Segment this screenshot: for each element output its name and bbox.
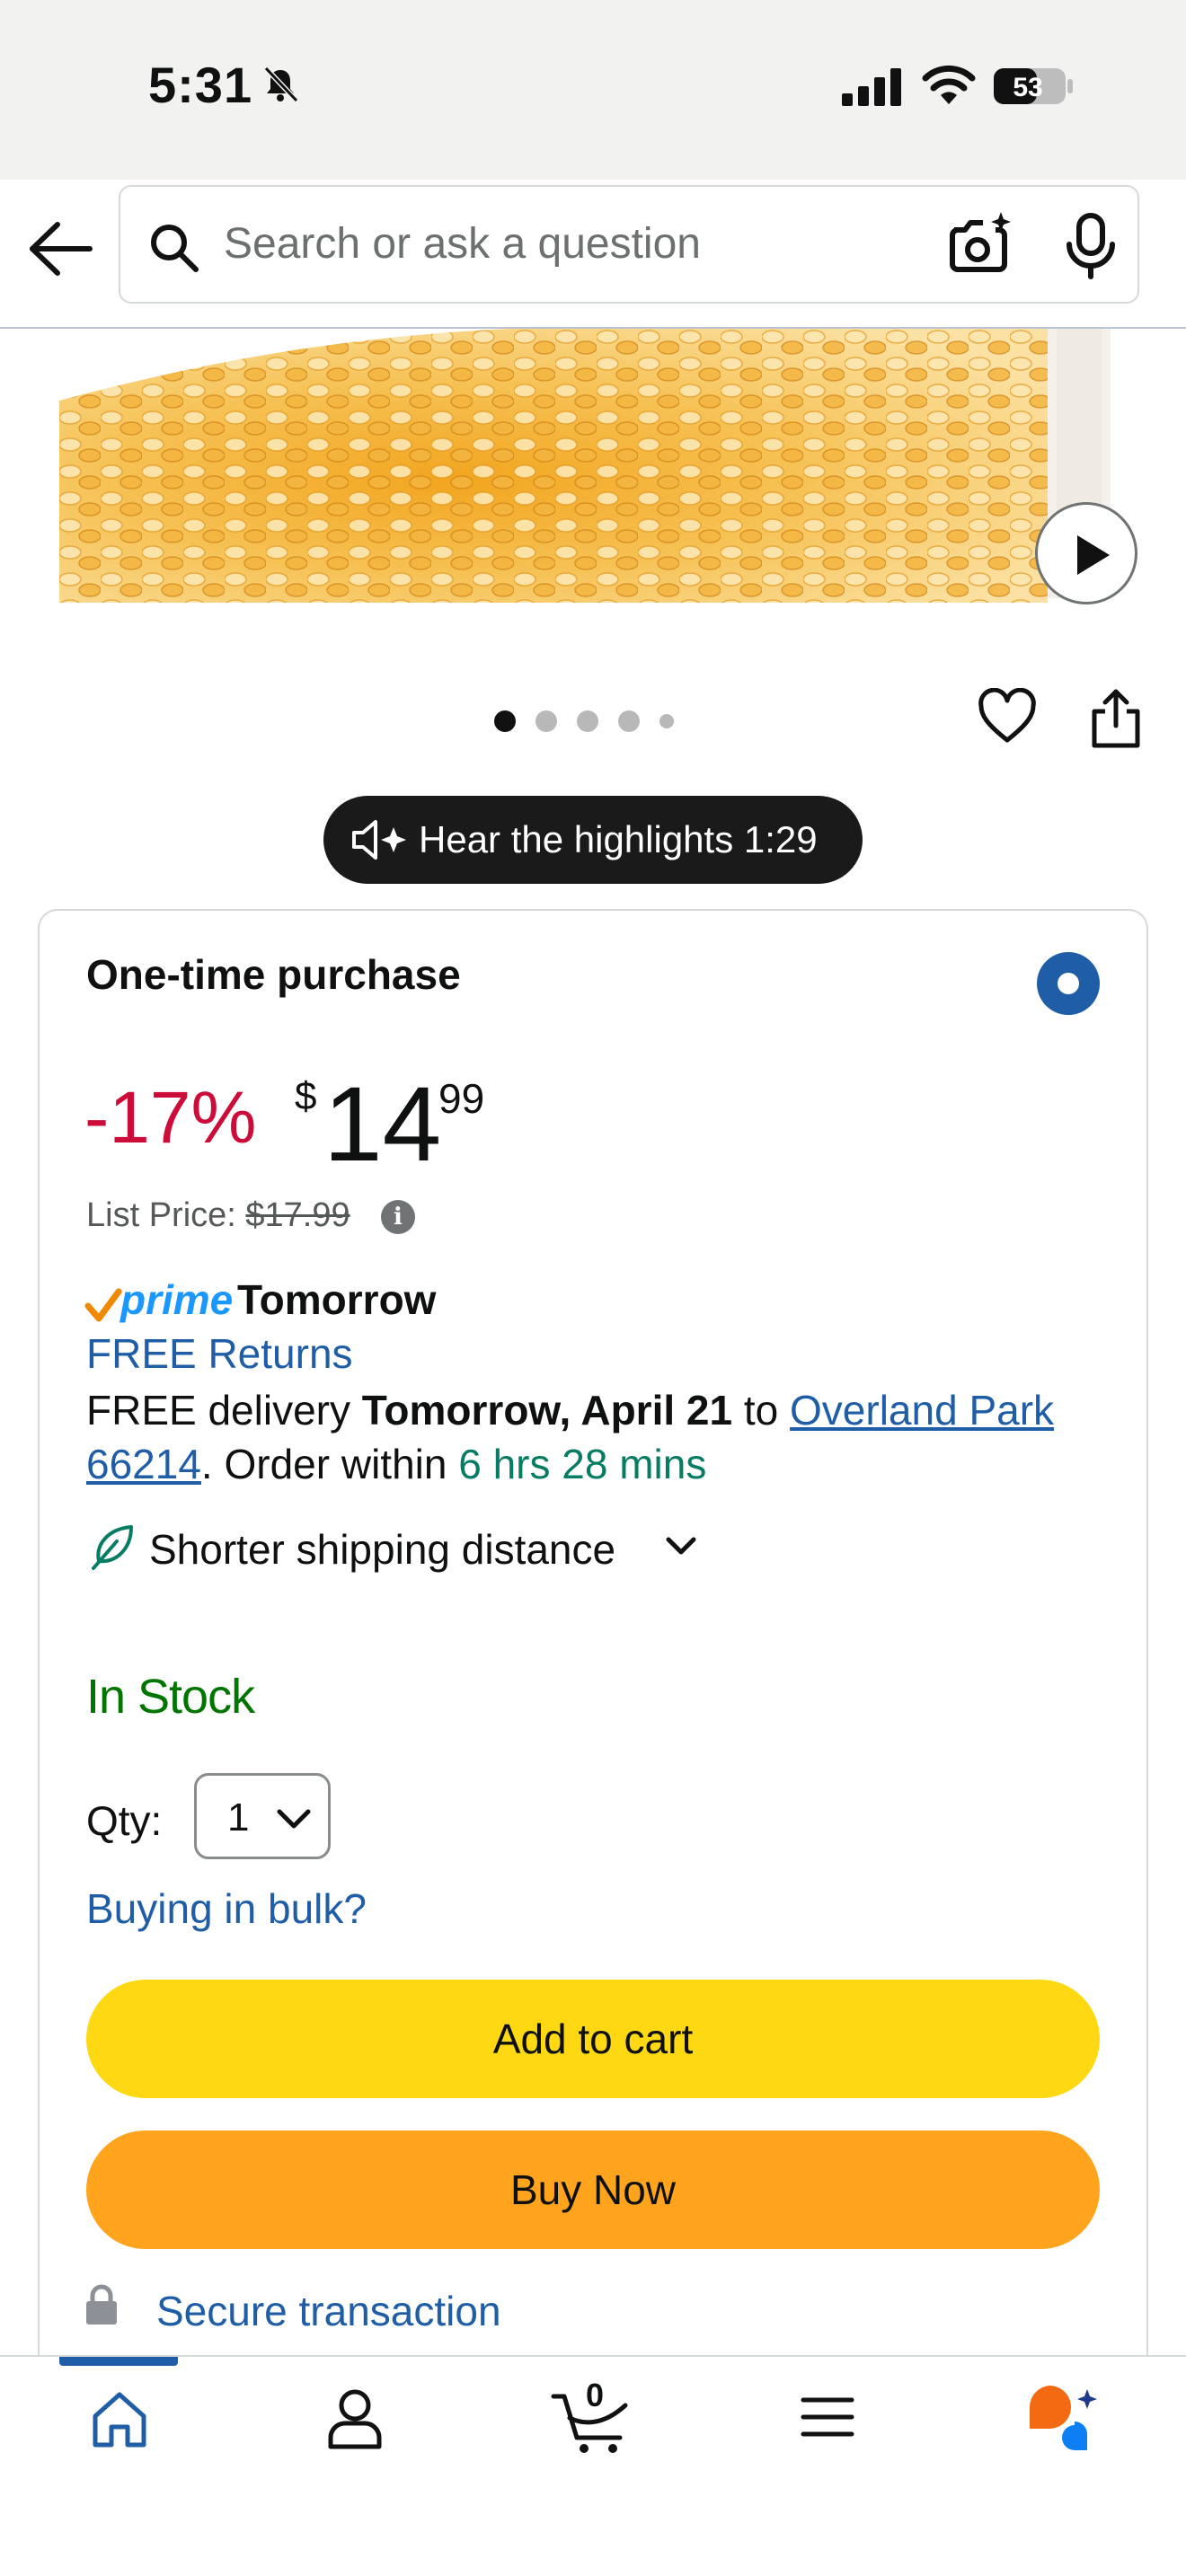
visual-search-camera-icon[interactable] xyxy=(945,210,1013,278)
heart-icon[interactable] xyxy=(978,688,1037,745)
cart-count: 0 xyxy=(586,2377,605,2413)
stock-status: In Stock xyxy=(86,1670,255,1724)
search-bar[interactable]: Search or ask a question xyxy=(119,185,1139,304)
one-time-purchase-radio[interactable] xyxy=(1037,952,1100,1015)
price-whole: 14 xyxy=(323,1065,442,1184)
search-icon xyxy=(151,225,199,272)
active-tab-indicator xyxy=(59,2357,178,2366)
pagination-dot[interactable] xyxy=(535,710,557,732)
lock-icon xyxy=(86,2284,117,2325)
image-pagination xyxy=(494,710,674,733)
list-price-value: $17.99 xyxy=(245,1196,350,1234)
share-icon[interactable] xyxy=(1089,688,1143,749)
battery-icon: 53 xyxy=(994,68,1073,104)
status-time: 5:31 xyxy=(148,57,253,113)
prime-check-icon xyxy=(84,1288,122,1322)
leaf-icon xyxy=(92,1525,133,1570)
list-price-label: List Price: xyxy=(86,1196,246,1234)
delivery-prefix: FREE delivery xyxy=(86,1387,362,1434)
purchase-option-title: One-time purchase xyxy=(86,951,461,998)
secure-transaction-link[interactable]: Secure transaction xyxy=(156,2287,501,2335)
add-to-cart-button[interactable]: Add to cart xyxy=(86,1980,1100,2098)
menu-icon[interactable] xyxy=(800,2393,855,2441)
delivery-countdown: 6 hrs 28 mins xyxy=(458,1441,707,1487)
chevron-down-icon xyxy=(277,1809,311,1829)
price-fraction: 99 xyxy=(438,1075,485,1122)
delivery-date: Tomorrow, April 21 xyxy=(361,1387,733,1434)
delivery-order-within: . Order within xyxy=(200,1441,459,1487)
shorter-shipping-toggle[interactable]: Shorter shipping distance xyxy=(149,1525,615,1574)
list-price: List Price: $17.99 xyxy=(86,1196,350,1235)
quantity-label: Qty: xyxy=(86,1797,163,1844)
microphone-icon[interactable] xyxy=(1064,212,1118,280)
product-image[interactable] xyxy=(59,329,1111,603)
status-bar: 5:31 53 xyxy=(0,0,1186,180)
pagination-dot[interactable] xyxy=(577,710,598,732)
discount-percent: -17% xyxy=(84,1077,257,1159)
info-icon[interactable]: i xyxy=(381,1200,415,1234)
free-returns-link[interactable]: FREE Returns xyxy=(86,1329,353,1378)
chevron-down-icon[interactable] xyxy=(663,1531,699,1561)
pagination-dot[interactable] xyxy=(618,710,640,732)
cellular-signal-icon xyxy=(842,68,901,106)
prime-delivery-day: Tomorrow xyxy=(237,1276,437,1323)
wifi-icon xyxy=(922,65,976,104)
battery-level: 53 xyxy=(1013,73,1042,102)
play-icon xyxy=(1077,535,1110,575)
buying-in-bulk-link[interactable]: Buying in bulk? xyxy=(86,1884,367,1933)
search-input[interactable]: Search or ask a question xyxy=(224,219,701,269)
beeswax-pellets-image xyxy=(59,329,1111,603)
back-arrow-icon[interactable] xyxy=(25,217,93,280)
quantity-select[interactable]: 1 xyxy=(194,1773,331,1859)
rufus-assistant-icon[interactable] xyxy=(1024,2382,1102,2454)
prime-badge: prime xyxy=(120,1276,234,1323)
hear-highlights-button[interactable]: Hear the highlights 1:29 xyxy=(323,796,863,884)
delivery-message: FREE delivery Tomorrow, April 21 to Over… xyxy=(86,1383,1128,1491)
account-icon[interactable] xyxy=(325,2387,385,2450)
buy-now-button[interactable]: Buy Now xyxy=(86,2130,1100,2249)
delivery-to: to xyxy=(732,1387,791,1434)
speaker-sparkle-icon xyxy=(352,820,406,860)
pagination-dot[interactable] xyxy=(659,714,674,728)
price-currency: $ xyxy=(295,1074,317,1118)
hear-highlights-label: Hear the highlights 1:29 xyxy=(419,818,818,860)
pagination-dot[interactable] xyxy=(494,710,516,732)
play-video-button[interactable] xyxy=(1035,502,1137,604)
home-icon[interactable] xyxy=(90,2389,149,2448)
quantity-value: 1 xyxy=(227,1795,250,1839)
silent-bell-icon xyxy=(263,66,299,103)
